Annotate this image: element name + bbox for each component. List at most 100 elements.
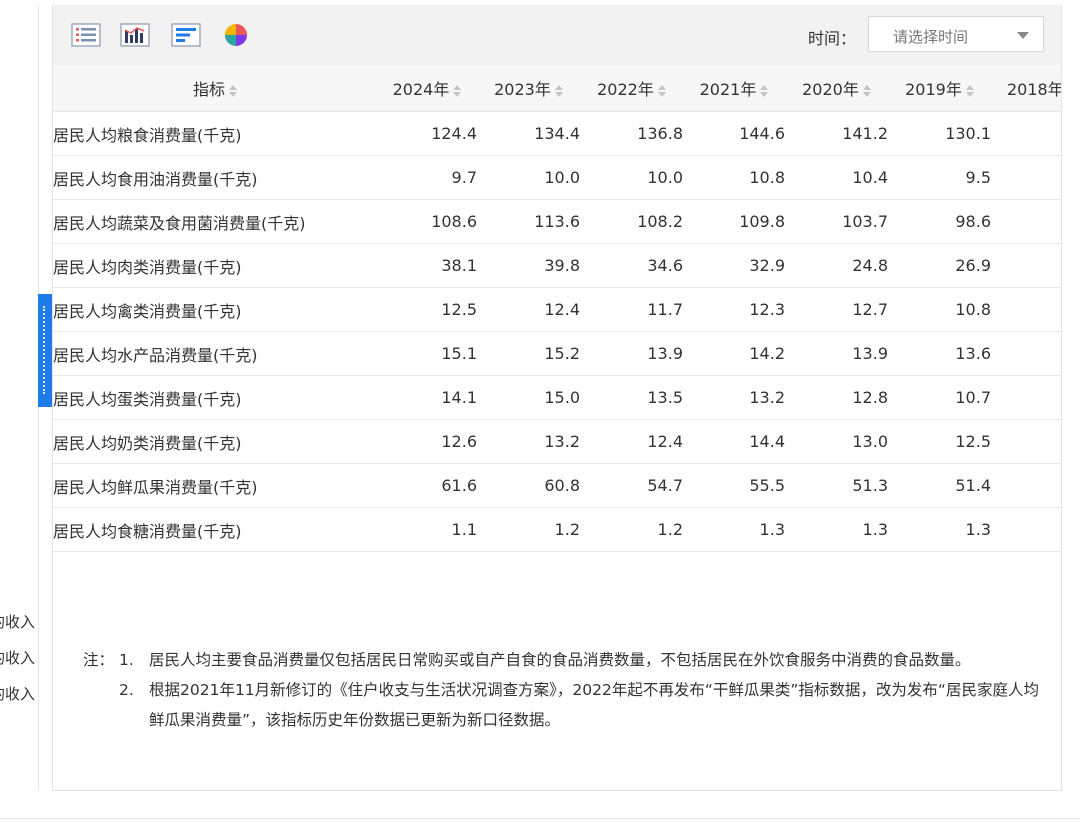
value-cell: 14.2 xyxy=(683,331,785,376)
value-cell: 9.6 xyxy=(991,155,1061,200)
value-cell: 12.2 xyxy=(991,419,1061,464)
value-cell: 61.6 xyxy=(377,463,477,508)
column-header-year[interactable]: 2024年 xyxy=(377,65,477,112)
horizontal-bar-icon[interactable] xyxy=(171,23,201,47)
sidebar-collapse-handle[interactable] xyxy=(38,294,52,407)
value-cell: 13.5 xyxy=(580,375,683,420)
value-cell: 38.1 xyxy=(377,243,477,288)
value-cell: 13.9 xyxy=(785,331,888,376)
value-cell: 1.3 xyxy=(785,507,888,552)
note-number: 2. xyxy=(119,681,134,699)
value-cell: 10.8 xyxy=(888,287,991,332)
value-cell: 108.2 xyxy=(580,199,683,244)
table-row[interactable]: 居民人均奶类消费量(千克)12.613.212.414.413.012.512.… xyxy=(53,419,1061,464)
table-row[interactable]: 居民人均禽类消费量(千克)12.512.411.712.312.710.89.0 xyxy=(53,287,1061,332)
sort-icon xyxy=(554,84,563,97)
value-cell: 1.2 xyxy=(580,507,683,552)
value-cell: 15.1 xyxy=(377,331,477,376)
value-cell: 130.1 xyxy=(888,111,991,156)
table-row[interactable]: 居民人均食糖消费量(千克)1.11.21.21.31.31.31.3 xyxy=(53,507,1061,552)
value-cell: 32.9 xyxy=(683,243,785,288)
data-panel: 时间： 请选择时间 指标 2024年 2023年 2022年 2021年 202… xyxy=(52,5,1062,791)
value-cell: 15.2 xyxy=(477,331,580,376)
indicator-name-cell: 居民人均奶类消费量(千克) xyxy=(53,419,377,464)
indicator-name-cell: 居民人均食糖消费量(千克) xyxy=(53,507,377,552)
table-row[interactable]: 居民人均蔬菜及食用菌消费量(千克) 108.6 113.6 108.2 109.8 103… xyxy=(53,199,1061,244)
time-select-placeholder: 请选择时间 xyxy=(893,28,969,46)
pie-chart-icon[interactable] xyxy=(221,23,251,47)
column-header-year[interactable]: 2018年 xyxy=(991,65,1061,112)
value-cell: 9.0 xyxy=(991,287,1061,332)
table-row[interactable]: 居民人均粮食消费量(千克) 124.4 134.4 136.8 144.6 141.2 13… xyxy=(53,111,1061,156)
note-item: 注： 1. 居民人均主要食品消费量仅包括居民日常购买或自产自食的食品消费数量，不… xyxy=(83,645,1043,675)
value-cell: 136.8 xyxy=(580,111,683,156)
indicator-name-cell: 居民人均肉类消费量(千克) xyxy=(53,243,377,288)
table-view-icon[interactable] xyxy=(71,23,101,47)
divider xyxy=(0,818,1080,819)
value-cell: 12.5 xyxy=(377,287,477,332)
value-cell: 1.2 xyxy=(477,507,580,552)
value-cell: 13.2 xyxy=(683,375,785,420)
indicator-name-cell: 居民人均鲜瓜果消费量(千克) xyxy=(53,463,377,508)
value-cell: 9.5 xyxy=(888,155,991,200)
column-header-year[interactable]: 2023年 xyxy=(477,65,580,112)
value-cell: 10.8 xyxy=(683,155,785,200)
value-cell: 12.4 xyxy=(477,287,580,332)
value-cell: 14.4 xyxy=(683,419,785,464)
value-cell: 127.2 xyxy=(991,111,1061,156)
value-cell: 10.0 xyxy=(580,155,683,200)
indicator-name-cell: 居民人均食用油消费量(千克) xyxy=(53,155,377,200)
sort-icon xyxy=(862,84,871,97)
value-cell: 12.4 xyxy=(580,419,683,464)
indicator-name-cell: 居民人均水产品消费量(千克) xyxy=(53,331,377,376)
value-cell: 13.6 xyxy=(888,331,991,376)
value-cell: 14.1 xyxy=(377,375,477,420)
table-row[interactable]: 居民人均水产品消费量(千克)15.115.213.914.213.913.611… xyxy=(53,331,1061,376)
sort-icon xyxy=(657,84,666,97)
value-cell: 10.4 xyxy=(785,155,888,200)
sort-icon xyxy=(965,84,974,97)
value-cell: 12.3 xyxy=(683,287,785,332)
column-header-indicator[interactable]: 指标 xyxy=(53,65,377,112)
value-cell: 13.9 xyxy=(580,331,683,376)
table-header-row: 指标 2024年 2023年 2022年 2021年 2020年 2019年 2… xyxy=(53,65,1061,112)
value-cell: 11.7 xyxy=(580,287,683,332)
value-cell: 109.8 xyxy=(683,199,785,244)
sidebar-income-label[interactable]: 的收入 xyxy=(0,647,35,668)
column-header-year[interactable]: 2020年 xyxy=(785,65,888,112)
value-cell: 51.3 xyxy=(785,463,888,508)
value-cell: 13.2 xyxy=(477,419,580,464)
value-cell: 12.6 xyxy=(377,419,477,464)
value-cell: 9.7 xyxy=(377,155,477,200)
table-row[interactable]: 居民人均鲜瓜果消费量(千克)61.660.854.755.551.351.447… xyxy=(53,463,1061,508)
indicator-name-cell: 居民人均蛋类消费量(千克) xyxy=(53,375,377,420)
value-cell: 26.9 xyxy=(888,243,991,288)
value-cell: 29.5 xyxy=(991,243,1061,288)
table-row[interactable]: 居民人均肉类消费量(千克)38.139.834.632.924.826.929.… xyxy=(53,243,1061,288)
value-cell: 34.6 xyxy=(580,243,683,288)
value-cell: 13.0 xyxy=(785,419,888,464)
value-cell: 47.4 xyxy=(991,463,1061,508)
table-row[interactable]: 居民人均蛋类消费量(千克)14.115.013.513.212.810.79.7 xyxy=(53,375,1061,420)
toolbar: 时间： 请选择时间 xyxy=(53,5,1061,65)
column-header-year[interactable]: 2019年 xyxy=(888,65,991,112)
value-cell: 1.3 xyxy=(888,507,991,552)
sidebar-income-label[interactable]: 的收入 xyxy=(0,683,35,704)
chevron-down-icon xyxy=(1017,32,1029,39)
value-cell: 103.7 xyxy=(785,199,888,244)
value-cell: 60.8 xyxy=(477,463,580,508)
value-cell: 51.4 xyxy=(888,463,991,508)
column-header-year[interactable]: 2022年 xyxy=(580,65,683,112)
handle-grip xyxy=(43,306,47,394)
sort-icon xyxy=(760,84,769,97)
value-cell: 12.8 xyxy=(785,375,888,420)
column-header-year[interactable]: 2021年 xyxy=(683,65,785,112)
value-cell: 24.8 xyxy=(785,243,888,288)
value-cell: 1.1 xyxy=(377,507,477,552)
sidebar-income-label[interactable]: 的收入 xyxy=(0,611,35,632)
value-cell: 96.1 xyxy=(991,199,1061,244)
table-row[interactable]: 居民人均食用油消费量(千克)9.710.010.010.810.49.59.6 xyxy=(53,155,1061,200)
indicator-name-cell: 居民人均蔬菜及食用菌消费量(千克) xyxy=(53,199,377,244)
bar-chart-icon[interactable] xyxy=(120,23,150,47)
time-select[interactable]: 请选择时间 xyxy=(868,16,1044,52)
